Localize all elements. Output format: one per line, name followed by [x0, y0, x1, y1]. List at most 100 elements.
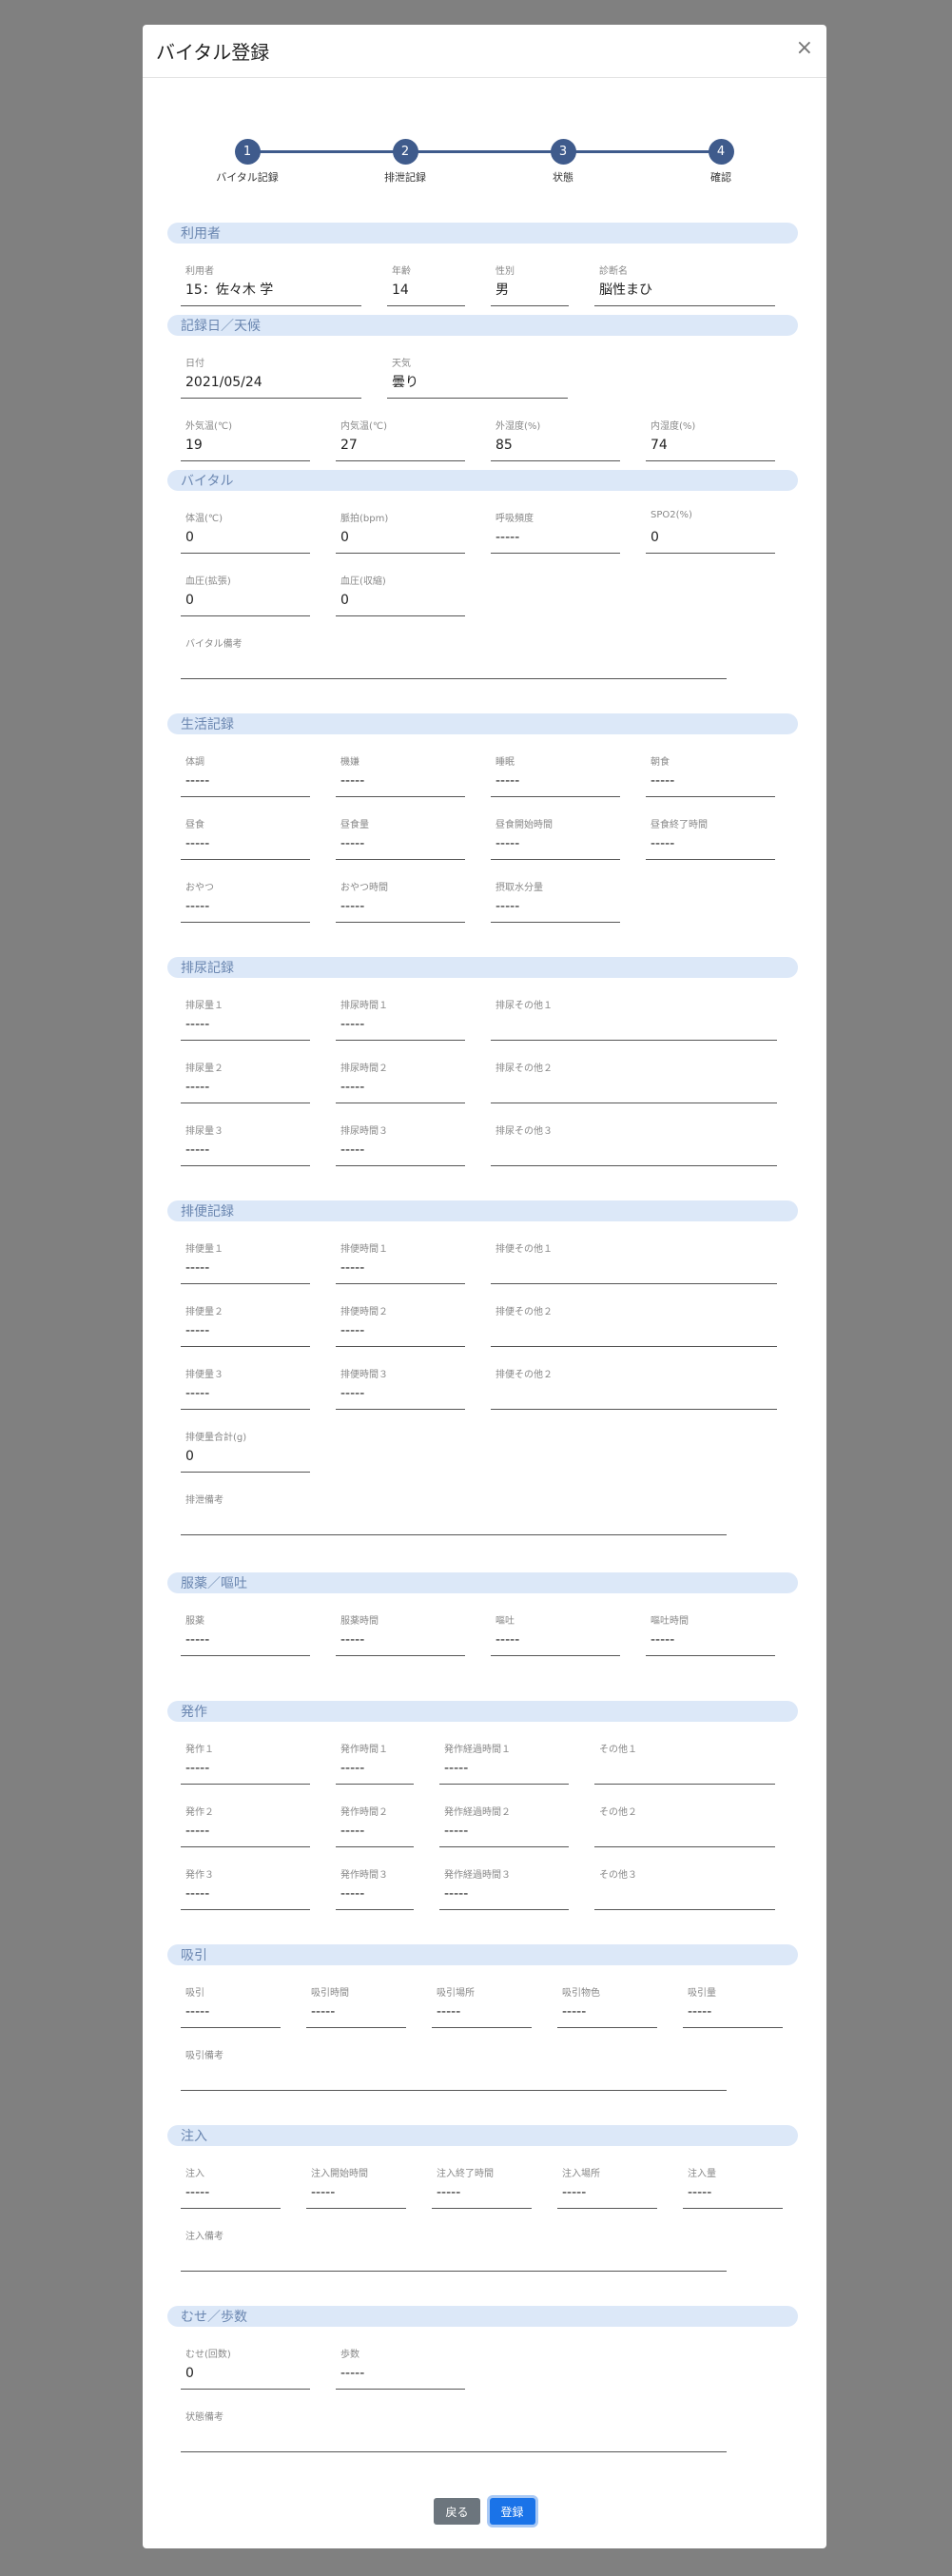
- urine-amount-3[interactable]: 排尿量３ -----: [181, 1122, 310, 1166]
- suction-amount-field[interactable]: 吸引量 -----: [683, 1984, 783, 2028]
- suction-color-field[interactable]: 吸引物色 -----: [557, 1984, 657, 2028]
- stool-total-field[interactable]: 排便量合計(g) 0: [181, 1429, 310, 1473]
- close-icon[interactable]: ×: [796, 38, 813, 59]
- vital-note-field[interactable]: バイタル備考: [181, 635, 727, 679]
- stool-other-3[interactable]: 排便その他２: [491, 1366, 777, 1410]
- life-field-lunch-end[interactable]: 昼食終了時間 -----: [646, 816, 775, 860]
- step-1[interactable]: 1 バイタル記録: [200, 139, 295, 185]
- indoor-humidity-field[interactable]: 内湿度(%) 74: [646, 418, 775, 461]
- choke-count-field[interactable]: むせ(回数) 0: [181, 2346, 310, 2390]
- field-value: -----: [181, 1138, 310, 1166]
- medication-time-field[interactable]: 服薬時間 -----: [336, 1612, 465, 1656]
- injection-place-field[interactable]: 注入場所 -----: [557, 2165, 657, 2209]
- urine-time-2[interactable]: 排尿時間２ -----: [336, 1060, 465, 1103]
- life-field-condition[interactable]: 体調 -----: [181, 753, 310, 797]
- stool-time-1[interactable]: 排便時間１ -----: [336, 1240, 465, 1284]
- urine-time-3[interactable]: 排尿時間３ -----: [336, 1122, 465, 1166]
- outdoor-temp-field[interactable]: 外気温(℃) 19: [181, 418, 310, 461]
- seizure-1[interactable]: 発作１ -----: [181, 1741, 310, 1785]
- field-value: 0: [181, 2361, 310, 2390]
- field-label: 排便量合計(g): [185, 1433, 247, 1443]
- seizure-time-2[interactable]: 発作時間２ -----: [336, 1804, 414, 1847]
- injection-note-field[interactable]: 注入備考: [181, 2228, 727, 2272]
- bp-diastolic-field[interactable]: 血圧(拡張) 0: [181, 573, 310, 616]
- weather-field[interactable]: 天気 曇り: [387, 355, 568, 399]
- urine-amount-1[interactable]: 排尿量１ -----: [181, 997, 310, 1041]
- indoor-temp-field[interactable]: 内気温(℃) 27: [336, 418, 465, 461]
- step-3[interactable]: 3 状態: [515, 139, 611, 185]
- back-button[interactable]: 戻る: [434, 2498, 480, 2525]
- seizure-duration-1[interactable]: 発作経過時間１ -----: [439, 1741, 569, 1785]
- life-field-sleep[interactable]: 睡眠 -----: [491, 753, 620, 797]
- stool-time-2[interactable]: 排便時間２ -----: [336, 1303, 465, 1347]
- bp-systolic-field[interactable]: 血圧(収縮) 0: [336, 573, 465, 616]
- register-button[interactable]: 登録: [489, 2498, 535, 2525]
- urine-time-1[interactable]: 排尿時間１ -----: [336, 997, 465, 1041]
- medication-field[interactable]: 服薬 -----: [181, 1612, 310, 1656]
- respiration-field[interactable]: 呼吸頻度 -----: [491, 510, 620, 554]
- life-field-lunch-start[interactable]: 昼食開始時間 -----: [491, 816, 620, 860]
- stool-other-1[interactable]: 排便その他１: [491, 1240, 777, 1284]
- step-2[interactable]: 2 排泄記録: [358, 139, 453, 185]
- section-life: 生活記録 体調 ----- 機嫌 ----- 睡眠 ----- 朝食 ----- 昼食 -…: [167, 713, 798, 923]
- life-field-breakfast[interactable]: 朝食 -----: [646, 753, 775, 797]
- field-label: 発作経過時間３: [444, 1870, 511, 1881]
- sex-field[interactable]: 性別男: [491, 263, 569, 306]
- field-value: 19: [181, 433, 310, 461]
- seizure-duration-3[interactable]: 発作経過時間３ -----: [439, 1866, 569, 1910]
- seizure-3[interactable]: 発作３ -----: [181, 1866, 310, 1910]
- vomit-field[interactable]: 嘔吐 -----: [491, 1612, 620, 1656]
- life-field-lunch-amount[interactable]: 昼食量 -----: [336, 816, 465, 860]
- date-field[interactable]: 日付 2021/05/24: [181, 355, 361, 399]
- injection-amount-field[interactable]: 注入量 -----: [683, 2165, 783, 2209]
- seizure-time-1[interactable]: 発作時間１ -----: [336, 1741, 414, 1785]
- step-count-field[interactable]: 歩数 -----: [336, 2346, 465, 2390]
- excretion-note-field[interactable]: 排泄備考: [181, 1492, 727, 1535]
- urine-other-2[interactable]: 排尿その他２: [491, 1060, 777, 1103]
- section-header-life: 生活記録: [167, 713, 798, 734]
- field-label: 昼食開始時間: [495, 820, 553, 830]
- field-value: [181, 2062, 727, 2091]
- suction-time-field[interactable]: 吸引時間 -----: [306, 1984, 406, 2028]
- vomit-time-field[interactable]: 嘔吐時間 -----: [646, 1612, 775, 1656]
- life-field-water[interactable]: 摂取水分量 -----: [491, 879, 620, 923]
- body-temp-field[interactable]: 体温(℃) 0: [181, 510, 310, 554]
- spo2-field[interactable]: SPO2(%) 0: [646, 510, 775, 554]
- suction-note-field[interactable]: 吸引備考: [181, 2047, 727, 2091]
- field-label: 吸引: [185, 1988, 204, 1999]
- seizure-duration-2[interactable]: 発作経過時間２ -----: [439, 1804, 569, 1847]
- seizure-other-3[interactable]: その他３: [594, 1866, 775, 1910]
- step-4[interactable]: 4 確認: [673, 139, 768, 185]
- seizure-2[interactable]: 発作２ -----: [181, 1804, 310, 1847]
- injection-end-field[interactable]: 注入終了時間 -----: [432, 2165, 532, 2209]
- stool-amount-2[interactable]: 排便量２ -----: [181, 1303, 310, 1347]
- seizure-other-2[interactable]: その他２: [594, 1804, 775, 1847]
- seizure-time-3[interactable]: 発作時間３ -----: [336, 1866, 414, 1910]
- stool-amount-1[interactable]: 排便量１ -----: [181, 1240, 310, 1284]
- urine-amount-2[interactable]: 排尿量２ -----: [181, 1060, 310, 1103]
- life-field-snack-time[interactable]: おやつ時間 -----: [336, 879, 465, 923]
- injection-start-field[interactable]: 注入開始時間 -----: [306, 2165, 406, 2209]
- suction-place-field[interactable]: 吸引場所 -----: [432, 1984, 532, 2028]
- diagnosis-field[interactable]: 診断名 脳性まひ: [594, 263, 775, 306]
- stool-time-3[interactable]: 排便時間３ -----: [336, 1366, 465, 1410]
- field-label: 排尿その他２: [495, 1064, 553, 1074]
- seizure-other-1[interactable]: その他１: [594, 1741, 775, 1785]
- life-field-mood[interactable]: 機嫌 -----: [336, 753, 465, 797]
- urine-other-1[interactable]: 排尿その他１: [491, 997, 777, 1041]
- stool-other-2[interactable]: 排便その他２: [491, 1303, 777, 1347]
- age-field[interactable]: 年齢 14: [387, 263, 465, 306]
- condition-note-field[interactable]: 状態備考: [181, 2409, 727, 2452]
- urine-other-3[interactable]: 排尿その他３: [491, 1122, 777, 1166]
- suction-field[interactable]: 吸引 -----: [181, 1984, 281, 2028]
- user-field[interactable]: 利用者 15：佐々木 学: [181, 263, 361, 306]
- outdoor-humidity-field[interactable]: 外湿度(%) 85: [491, 418, 620, 461]
- section-choke: むせ／歩数 むせ(回数) 0 歩数 ----- 状態備考: [167, 2306, 798, 2452]
- life-field-lunch[interactable]: 昼食 -----: [181, 816, 310, 860]
- stool-amount-3[interactable]: 排便量３ -----: [181, 1366, 310, 1410]
- field-label: 排便その他２: [495, 1307, 553, 1317]
- field-value: -----: [646, 831, 775, 860]
- life-field-snack[interactable]: おやつ -----: [181, 879, 310, 923]
- injection-field[interactable]: 注入 -----: [181, 2165, 281, 2209]
- pulse-field[interactable]: 脈拍(bpm) 0: [336, 510, 465, 554]
